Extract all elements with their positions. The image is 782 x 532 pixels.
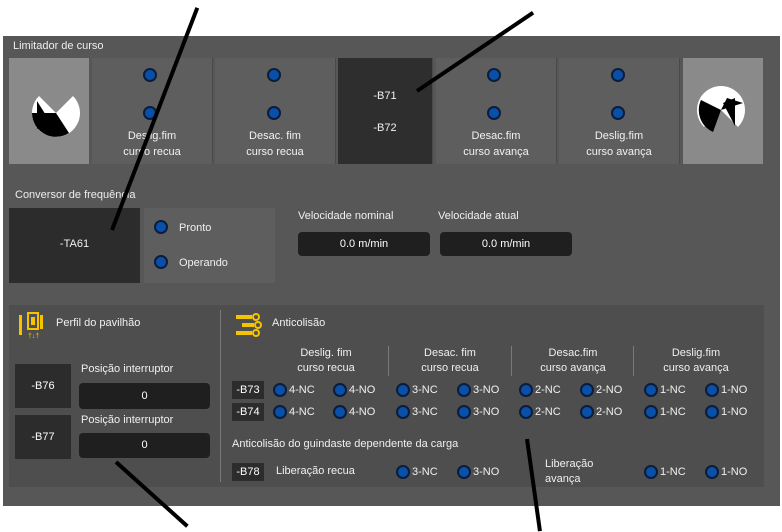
column-divider: [633, 346, 634, 376]
status-led: [705, 464, 719, 479]
contact-indicator: 1-NC: [644, 463, 686, 481]
limit-cell-label: Desac. fim curso recua: [246, 130, 304, 158]
status-led: [487, 68, 501, 82]
converter-device-box: -TA61: [9, 208, 140, 283]
status-led: [267, 68, 281, 82]
contact-indicator: 4-NO: [333, 403, 375, 421]
status-led: [457, 464, 471, 479]
limit-cell-label: Deslig.fim curso recua: [123, 130, 181, 158]
status-led: [644, 404, 658, 419]
status-led: [333, 382, 347, 397]
status-led: [487, 106, 501, 120]
status-led: [143, 68, 157, 82]
contact-indicator: 3-NO: [457, 463, 499, 481]
nominal-speed-value: 0.0 m/min: [298, 232, 430, 256]
advance-arrow-tile: [683, 58, 763, 164]
status-led: [705, 382, 719, 397]
contact-indicator: 2-NC: [519, 381, 561, 399]
converter-status-box: Pronto Operando: [144, 208, 275, 283]
actual-speed-label: Velocidade atual: [438, 210, 519, 222]
profile-code: -B77: [15, 415, 71, 459]
profile-position-value: 0: [79, 383, 210, 409]
contact-indicator: 1-NC: [644, 403, 686, 421]
status-led: [519, 404, 533, 419]
column-header: Deslig. fim curso recua: [297, 347, 355, 374]
limit-cell-decel-advance: Desac.fim curso avança: [436, 58, 557, 164]
column-divider: [511, 346, 512, 376]
contact-indicator: 4-NC: [273, 381, 315, 399]
status-led: [705, 404, 719, 419]
contact-indicator: 1-NO: [705, 463, 747, 481]
ready-label: Pronto: [179, 222, 212, 234]
status-led: [457, 382, 471, 397]
anticollision-icon: [236, 313, 262, 337]
contact-indicator: 3-NO: [457, 403, 499, 421]
retract-arrow-tile: [9, 58, 89, 164]
profile-title: Perfil do pavilhão: [56, 317, 141, 329]
ready-led: [154, 220, 168, 234]
contact-indicator: 3-NC: [396, 403, 438, 421]
limit-cell-codes: -B71 -B72: [338, 58, 433, 164]
retract-direction-icon: [32, 79, 80, 137]
contact-indicator: 2-NO: [580, 381, 622, 399]
operating-led: [154, 255, 168, 269]
status-led: [396, 382, 410, 397]
status-led: [267, 106, 281, 120]
section-divider: [220, 310, 221, 482]
contact-indicator: 1-NC: [644, 381, 686, 399]
release-forward-label: Liberação avança: [545, 458, 594, 485]
status-led: [580, 382, 594, 397]
status-led: [519, 382, 533, 397]
limit-cell-label: Deslig.fim curso avança: [586, 130, 652, 158]
converter-title: Conversor de frequência: [15, 189, 136, 201]
status-led: [644, 382, 658, 397]
contact-indicator: 2-NO: [580, 403, 622, 421]
contact-indicator: 4-NO: [333, 381, 375, 399]
anticollision-code: -B73: [232, 381, 264, 399]
profile-position-label: Posição interruptor: [81, 414, 174, 426]
nominal-speed-label: Velocidade nominal: [298, 210, 394, 222]
actual-speed-value: 0.0 m/min: [440, 232, 572, 256]
status-led: [333, 404, 347, 419]
advance-direction-icon: [697, 86, 745, 144]
status-led: [396, 404, 410, 419]
device-code: -B72: [373, 122, 397, 134]
profile-position-label: Posição interruptor: [81, 363, 174, 375]
profile-position-value: 0: [79, 433, 210, 458]
limit-cell-decel-retract: Desac. fim curso recua: [215, 58, 336, 164]
profile-code: -B76: [15, 364, 71, 408]
column-header: Desac. fim curso recua: [421, 347, 479, 374]
operating-label: Operando: [179, 257, 228, 269]
column-header: Deslig.fim curso avança: [663, 347, 729, 374]
limit-cell-stop-advance: Deslig.fim curso avança: [559, 58, 680, 164]
contact-indicator: 2-NC: [519, 403, 561, 421]
profile-icon: †↓†: [19, 312, 43, 339]
contact-indicator: 4-NC: [273, 403, 315, 421]
limit-cell-stop-retract: Deslig.fim curso recua: [92, 58, 213, 164]
contact-indicator: 1-NO: [705, 381, 747, 399]
limit-switch-title: Limitador de curso: [13, 40, 104, 52]
status-led: [396, 464, 410, 479]
status-led: [580, 404, 594, 419]
svg-text:†↓†: †↓†: [28, 333, 39, 339]
anticollision-title: Anticolisão: [272, 317, 326, 329]
converter-device-code: -TA61: [59, 238, 90, 250]
anticollision-code: -B74: [232, 403, 264, 421]
column-divider: [388, 346, 389, 376]
status-led: [644, 464, 658, 479]
contact-indicator: 3-NC: [396, 463, 438, 481]
status-led: [273, 404, 287, 419]
load-code: -B78: [232, 463, 264, 481]
status-led: [611, 106, 625, 120]
release-back-label: Liberação recua: [276, 465, 355, 477]
limit-cell-label: Desac.fim curso avança: [463, 130, 529, 158]
status-led: [611, 68, 625, 82]
contact-indicator: 3-NO: [457, 381, 499, 399]
column-header: Desac.fim curso avança: [540, 347, 606, 374]
status-led: [273, 382, 287, 397]
contact-indicator: 3-NC: [396, 381, 438, 399]
contact-indicator: 1-NO: [705, 403, 747, 421]
load-dependent-title: Anticolisão do guindaste dependente da c…: [232, 438, 459, 450]
status-led: [457, 404, 471, 419]
